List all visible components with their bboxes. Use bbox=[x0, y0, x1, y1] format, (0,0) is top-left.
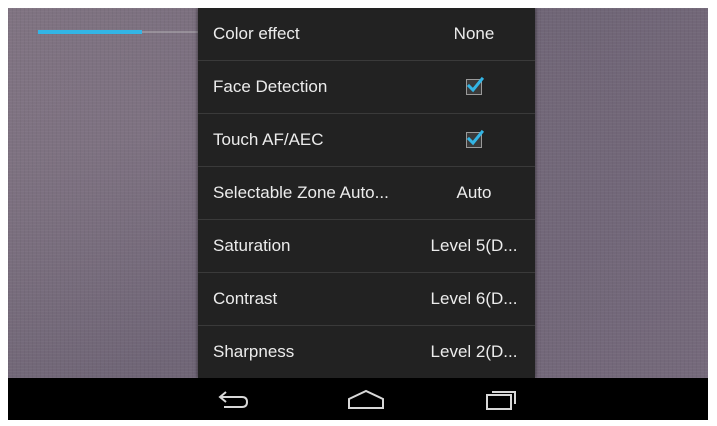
menu-item-value: None bbox=[453, 24, 495, 43]
checkbox-container bbox=[423, 76, 535, 95]
menu-item-label: Selectable Zone Auto... bbox=[213, 183, 389, 202]
recent-apps-icon bbox=[486, 391, 516, 410]
camera-screen: Color effect None Face Detection Touch A… bbox=[8, 8, 708, 420]
home-button[interactable] bbox=[346, 386, 386, 412]
navigation-bar bbox=[8, 378, 708, 420]
checkmark-icon bbox=[466, 76, 484, 93]
checkmark-icon bbox=[466, 129, 484, 146]
menu-item-label: Contrast bbox=[213, 289, 278, 308]
menu-item-value: Level 2(D... bbox=[430, 342, 518, 361]
touch-af-aec-checkbox[interactable] bbox=[466, 129, 484, 148]
menu-item-touch-af-aec[interactable]: Touch AF/AEC bbox=[198, 114, 535, 167]
menu-item-value: Level 5(D... bbox=[430, 236, 518, 255]
menu-item-label: Sharpness bbox=[213, 342, 295, 361]
menu-item-label: Face Detection bbox=[213, 77, 328, 96]
recent-apps-button[interactable] bbox=[481, 386, 521, 412]
checkbox-container bbox=[423, 129, 535, 148]
menu-item-saturation[interactable]: Saturation Level 5(D... bbox=[198, 220, 535, 273]
menu-item-face-detection[interactable]: Face Detection bbox=[198, 61, 535, 114]
menu-item-label: Touch AF/AEC bbox=[213, 130, 324, 149]
menu-item-color-effect[interactable]: Color effect None bbox=[198, 8, 535, 61]
zoom-progress-fill bbox=[38, 30, 142, 34]
menu-item-sharpness[interactable]: Sharpness Level 2(D... bbox=[198, 326, 535, 378]
menu-item-selectable-zone-auto[interactable]: Selectable Zone Auto... Auto bbox=[198, 167, 535, 220]
menu-item-contrast[interactable]: Contrast Level 6(D... bbox=[198, 273, 535, 326]
back-icon bbox=[218, 391, 249, 408]
camera-settings-menu: Color effect None Face Detection Touch A… bbox=[198, 8, 535, 378]
menu-item-label: Saturation bbox=[213, 236, 291, 255]
back-button[interactable] bbox=[214, 386, 254, 412]
menu-item-label: Color effect bbox=[213, 24, 300, 43]
face-detection-checkbox[interactable] bbox=[466, 76, 484, 95]
home-icon bbox=[348, 389, 384, 409]
menu-item-value: Level 6(D... bbox=[430, 289, 518, 308]
menu-item-value: Auto bbox=[456, 183, 492, 202]
zoom-progress-bar bbox=[38, 30, 198, 34]
